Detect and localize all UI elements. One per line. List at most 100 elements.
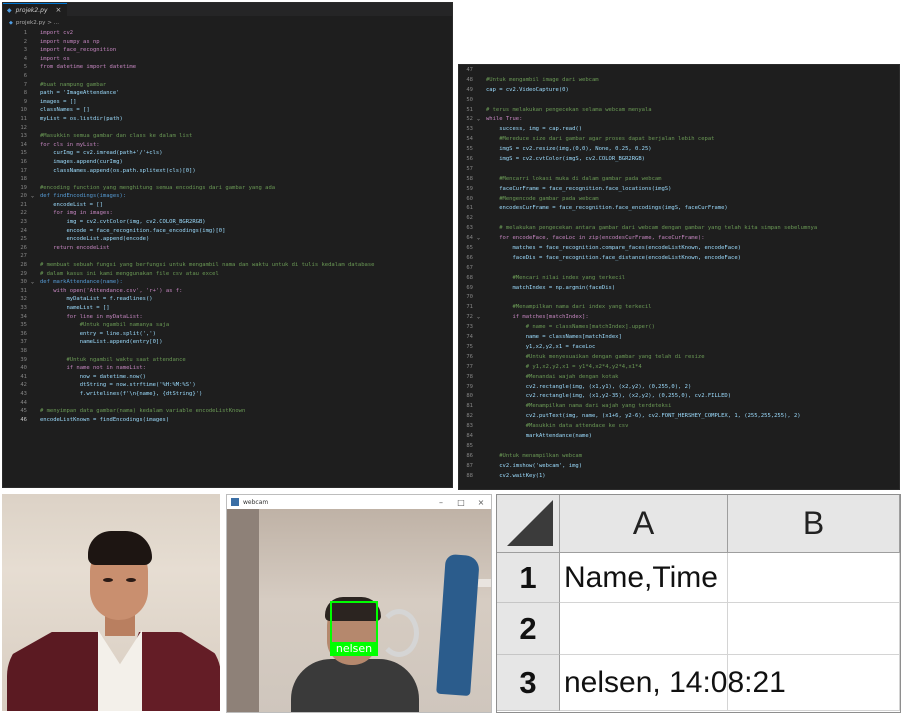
code-area[interactable]: 1 import cv2 2 import numpy as np 3 import fa…: [3, 28, 452, 424]
code-line[interactable]: 37 nameList.append(entry[0]): [3, 338, 452, 347]
code-line[interactable]: 33 nameList = []: [3, 304, 452, 313]
column-header-b[interactable]: B: [728, 495, 900, 553]
code-line[interactable]: 65 matches = face_recognition.compare_fa…: [459, 244, 899, 254]
code-line[interactable]: 53 success, img = cap.read(): [459, 125, 899, 135]
cell-a3[interactable]: nelsen, 14:08:21: [560, 655, 786, 711]
cell-b3[interactable]: [728, 655, 900, 711]
minimize-button[interactable]: –: [431, 498, 451, 507]
code-line[interactable]: 51 # terus melakukan pengecekan selama we…: [459, 106, 899, 116]
code-line[interactable]: 14 for cls in myList:: [3, 141, 452, 150]
fold-chevron-icon[interactable]: ⌄: [477, 234, 486, 244]
code-line[interactable]: 83 #Masukkin data attendace ke csv: [459, 422, 899, 432]
cell-b1[interactable]: [728, 553, 900, 603]
code-line[interactable]: 55 imgS = cv2.resize(img,(0,0), None, 0.…: [459, 145, 899, 155]
code-line[interactable]: 5 from datetime import datetime: [3, 63, 452, 72]
maximize-button[interactable]: □: [451, 498, 471, 507]
code-line[interactable]: 32 myDataList = f.readlines(): [3, 295, 452, 304]
code-line[interactable]: 19 #encoding function yang menghitung sem…: [3, 184, 452, 193]
tab-projek2[interactable]: ◆ projek2.py ×: [3, 3, 68, 16]
code-line[interactable]: 82 cv2.putText(img, name, (x1+6, y2-6), …: [459, 412, 899, 422]
code-line[interactable]: 36 entry = line.split(','): [3, 330, 452, 339]
select-all-corner[interactable]: [497, 495, 560, 553]
code-line[interactable]: 84 markAttendance(name): [459, 432, 899, 442]
code-line[interactable]: 7 #buat nampung gambar: [3, 81, 452, 90]
code-line[interactable]: 31 with open('Attendance.csv', 'r+') as …: [3, 287, 452, 296]
code-line[interactable]: 27: [3, 252, 452, 261]
code-line[interactable]: 60 #Mengencode gambar pada webcam: [459, 195, 899, 205]
fold-chevron-icon[interactable]: ⌄: [31, 278, 40, 287]
code-line[interactable]: 80 cv2.rectangle(img, (x1,y2-35), (x2,y2…: [459, 392, 899, 402]
code-line[interactable]: 30 ⌄ def markAttendance(name):: [3, 278, 452, 287]
code-line[interactable]: 25 encodeList.append(encode): [3, 235, 452, 244]
code-line[interactable]: 68 #Mencari nilai index yang terkecil: [459, 274, 899, 284]
code-editor-main[interactable]: ◆ projek2.py × ◆ projek2.py > ... 1 impor…: [2, 2, 453, 488]
code-line[interactable]: 77 # y1,x2,y2,x1 = y1*4,x2*4,y2*4,x1*4: [459, 363, 899, 373]
code-area[interactable]: 47 48 #Untuk mengambil image dari webcam 49…: [459, 65, 899, 481]
code-line[interactable]: 26 return encodeList: [3, 244, 452, 253]
code-line[interactable]: 87 cv2.imshow('webcam', img): [459, 462, 899, 472]
code-line[interactable]: 41 now = datetime.now(): [3, 373, 452, 382]
code-line[interactable]: 63 # melakukan pengecekan antara gambar …: [459, 224, 899, 234]
code-line[interactable]: 67: [459, 264, 899, 274]
code-line[interactable]: 81 #Menampilkan nama dari wajah yang ter…: [459, 402, 899, 412]
cell-b2[interactable]: [728, 603, 900, 655]
code-line[interactable]: 9 images = []: [3, 98, 452, 107]
cell-a1[interactable]: Name,Time: [560, 553, 728, 603]
fold-chevron-icon[interactable]: ⌄: [477, 115, 486, 125]
breadcrumb[interactable]: ◆ projek2.py > ...: [3, 17, 452, 28]
code-line[interactable]: 24 encode = face_recognition.face_encodi…: [3, 227, 452, 236]
code-line[interactable]: 38: [3, 347, 452, 356]
code-line[interactable]: 70: [459, 293, 899, 303]
code-line[interactable]: 76 #Untuk menyesuaikan dengan gambar yan…: [459, 353, 899, 363]
code-line[interactable]: 56 imgS = cv2.cvtColor(imgS, cv2.COLOR_B…: [459, 155, 899, 165]
code-line[interactable]: 48 #Untuk mengambil image dari webcam: [459, 76, 899, 86]
code-line[interactable]: 13 #Masukkin semua gambar dan class ke da…: [3, 132, 452, 141]
code-line[interactable]: 64 ⌄ for encodeFace, faceLoc in zip(encod…: [459, 234, 899, 244]
window-title-bar[interactable]: webcam – □ ×: [227, 495, 491, 509]
code-line[interactable]: 44: [3, 399, 452, 408]
code-line[interactable]: 88 cv2.waitKey(1): [459, 472, 899, 482]
code-line[interactable]: 45 # menyimpan data gambar(nama) kedalam …: [3, 407, 452, 416]
code-line[interactable]: 12: [3, 124, 452, 133]
code-line[interactable]: 43 f.writelines(f'\n{name}, {dtString}'): [3, 390, 452, 399]
code-line[interactable]: 62: [459, 214, 899, 224]
code-line[interactable]: 22 for img in images:: [3, 209, 452, 218]
code-line[interactable]: 57: [459, 165, 899, 175]
code-line[interactable]: 75 y1,x2,y2,x1 = faceLoc: [459, 343, 899, 353]
code-line[interactable]: 49 cap = cv2.VideoCapture(0): [459, 86, 899, 96]
code-line[interactable]: 15 curImg = cv2.imread(path+'/'+cls): [3, 149, 452, 158]
code-line[interactable]: 71 #Menampilkan nama dari index yang ter…: [459, 303, 899, 313]
column-header-a[interactable]: A: [560, 495, 728, 553]
fold-chevron-icon[interactable]: ⌄: [31, 192, 40, 201]
code-line[interactable]: 16 images.append(curImg): [3, 158, 452, 167]
code-line[interactable]: 42 dtString = now.strftime('%H:%M:%S'): [3, 381, 452, 390]
code-line[interactable]: 52 ⌄ while True:: [459, 115, 899, 125]
code-line[interactable]: 61 encodesCurFrame = face_recognition.fa…: [459, 204, 899, 214]
code-line[interactable]: 47: [459, 66, 899, 76]
code-line[interactable]: 46 encodeListKnown = findEncodings(images…: [3, 416, 452, 425]
code-line[interactable]: 10 classNames = []: [3, 106, 452, 115]
code-line[interactable]: 35 #Untuk ngambil namanya saja: [3, 321, 452, 330]
code-line[interactable]: 21 encodeList = []: [3, 201, 452, 210]
code-line[interactable]: 58 #Mencarri lokasi muka di dalam gambar…: [459, 175, 899, 185]
code-line[interactable]: 4 import os: [3, 55, 452, 64]
code-line[interactable]: 29 # dalam kasus ini kami menggunakan fil…: [3, 270, 452, 279]
row-header[interactable]: 2: [497, 603, 560, 655]
code-line[interactable]: 54 #Mereduce size dari gambar agar prose…: [459, 135, 899, 145]
code-line[interactable]: 6: [3, 72, 452, 81]
code-line[interactable]: 73 # name = classNames[matchIndex].upper…: [459, 323, 899, 333]
code-line[interactable]: 40 if name not in nameList:: [3, 364, 452, 373]
code-line[interactable]: 66 faceDis = face_recognition.face_dista…: [459, 254, 899, 264]
code-line[interactable]: 23 img = cv2.cvtColor(img, cv2.COLOR_BGR…: [3, 218, 452, 227]
code-line[interactable]: 79 cv2.rectangle(img, (x1,y1), (x2,y2), …: [459, 383, 899, 393]
code-line[interactable]: 34 for line in myDataList:: [3, 313, 452, 322]
close-tab-icon[interactable]: ×: [56, 6, 62, 14]
code-line[interactable]: 74 name = classNames[matchIndex]: [459, 333, 899, 343]
webcam-window[interactable]: webcam – □ × nelsen: [226, 494, 492, 713]
code-line[interactable]: 78 #Menandai wajah dengan kotak: [459, 373, 899, 383]
spreadsheet-view[interactable]: A B 1 Name,Time 2 3 nelsen, 14:08:21: [496, 494, 901, 713]
code-line[interactable]: 3 import face_recognition: [3, 46, 452, 55]
code-line[interactable]: 28 # membuat sebuah fungsi yang berfungsi…: [3, 261, 452, 270]
code-line[interactable]: 1 import cv2: [3, 29, 452, 38]
code-line[interactable]: 17 classNames.append(os.path.splitext(cl…: [3, 167, 452, 176]
